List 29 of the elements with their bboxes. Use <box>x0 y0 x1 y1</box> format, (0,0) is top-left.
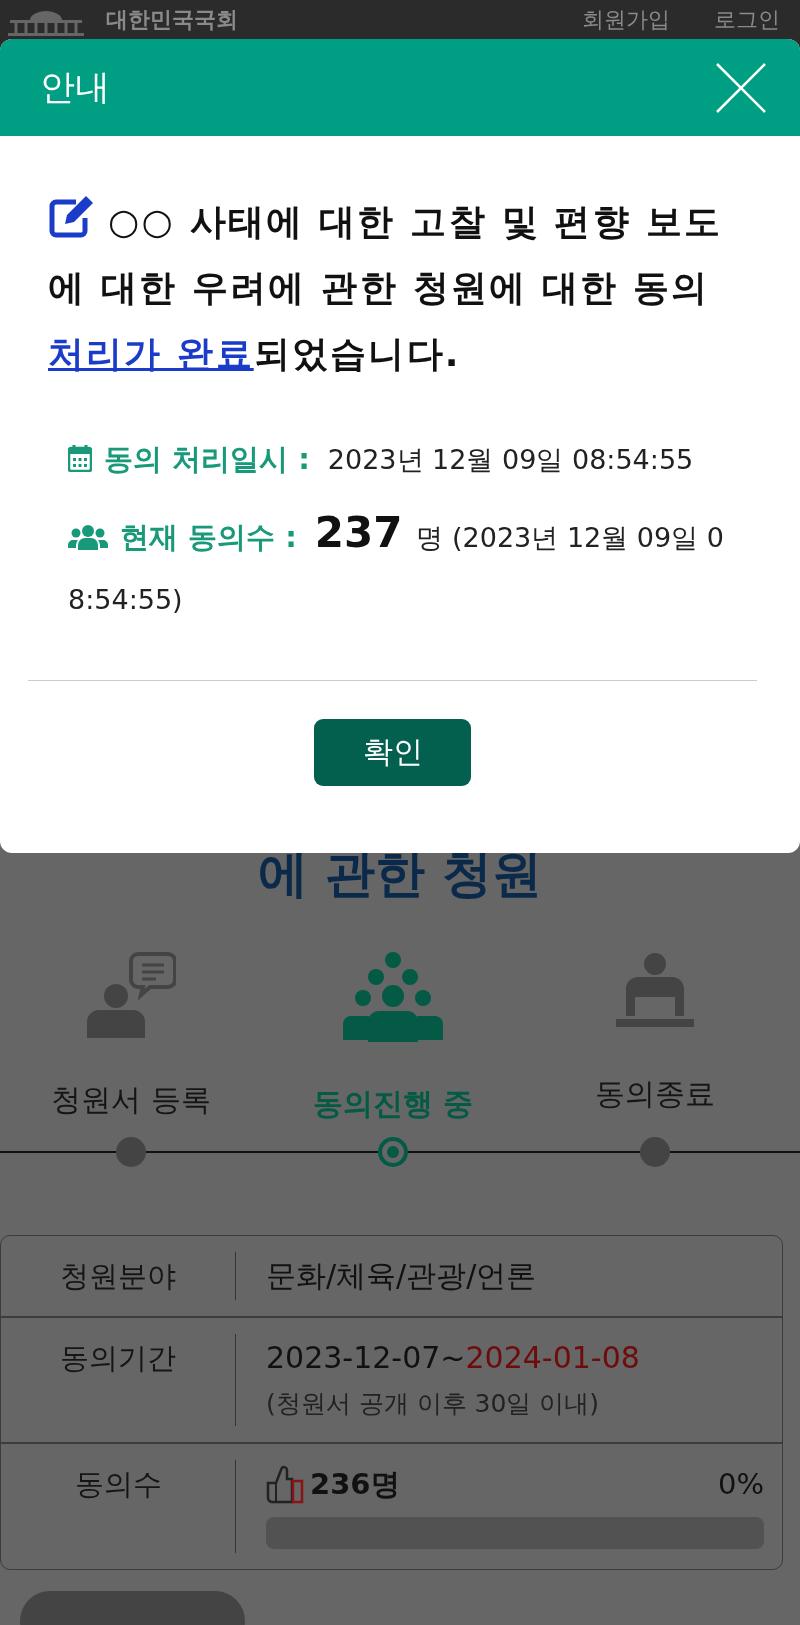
step-label: 청원서 등록 <box>51 1081 211 1119</box>
close-icon <box>716 62 766 113</box>
group-icon <box>343 952 443 1042</box>
table-value: 문화/체육/관광/언론 <box>266 1257 537 1295</box>
detail-text: 동의 처리일시 : 2023년 12월 09일 08:54:55 <box>68 428 724 491</box>
speaker-icon <box>86 952 176 1038</box>
completion-link[interactable]: 처리가 완료 <box>48 333 254 374</box>
dialog-message: ○○ 사태에 대한 고찰 및 편향 보도에 대한 우려에 관한 청원에 대한 동의 처리가 완료되었습니다. <box>48 189 752 387</box>
dialog-title: 안내 <box>40 66 110 109</box>
agreement-count: 236명 <box>310 1466 400 1503</box>
detail-text: 현재 동의수 : 237 명 (2023년 12월 09일 08:54:55) <box>68 507 724 617</box>
period-note: (청원서 공개 이후 30일 이내) <box>266 1388 600 1420</box>
edit-icon <box>48 195 94 239</box>
step-label: 동의종료 <box>595 1075 715 1113</box>
confirm-button[interactable]: 확인 <box>314 719 471 786</box>
site-logo-text[interactable]: 대한민국국회 <box>106 6 238 34</box>
header-link[interactable]: 회원가입 <box>582 6 670 34</box>
agreement-period: 2023-12-07~2024-01-08 <box>266 1339 640 1377</box>
step-label: 동의진행 중 <box>312 1085 474 1123</box>
people-icon <box>68 524 108 550</box>
table-label: 동의수 <box>74 1466 162 1503</box>
thumbs-up-icon <box>266 1464 304 1504</box>
calendar-icon <box>68 444 92 472</box>
header-link[interactable]: 로그인 <box>714 6 780 34</box>
page-title: 에 관한 청원 <box>256 844 544 904</box>
agreement-percent: 0% <box>718 1466 764 1503</box>
close-button[interactable] <box>716 62 766 113</box>
table-label: 동의기간 <box>60 1340 176 1377</box>
table-label: 청원분야 <box>60 1258 176 1295</box>
